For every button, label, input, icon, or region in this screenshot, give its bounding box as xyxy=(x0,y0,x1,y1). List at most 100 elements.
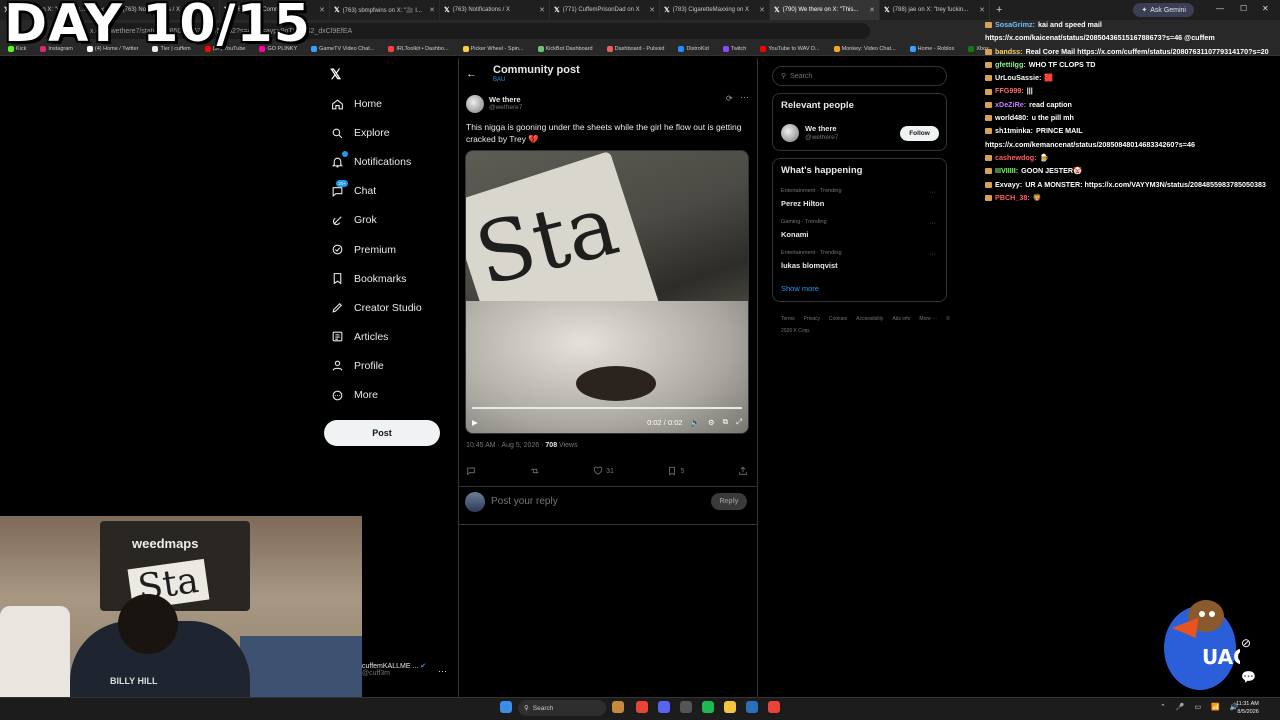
bookmark-item[interactable]: Picker Wheel - Spin... xyxy=(462,45,524,52)
taskbar-search[interactable]: ⚲ Search xyxy=(518,700,606,716)
chat-username[interactable]: Exvayy: xyxy=(995,180,1022,189)
footer-link[interactable]: Privacy xyxy=(804,316,820,322)
chat-username[interactable]: bandss: xyxy=(995,47,1023,56)
chat-username[interactable]: sh1tminka: xyxy=(995,126,1033,135)
browser-tab[interactable]: 𝕏 (783) CigaretteMaxxing on X ✕ xyxy=(660,0,770,20)
chrome-icon[interactable] xyxy=(768,701,780,713)
nav-item-chat[interactable]: 20+ Chat xyxy=(330,180,376,200)
chat-username[interactable]: gfettilgg: xyxy=(995,60,1026,69)
messages-floating-icon[interactable]: 💬 xyxy=(1241,670,1256,684)
trend-name[interactable]: lukas blomqvist xyxy=(781,261,838,270)
chat-username[interactable]: UrLouSassie: xyxy=(995,73,1041,82)
post-button[interactable]: Post xyxy=(324,420,440,446)
app-icon[interactable] xyxy=(680,701,692,713)
nav-item-bookmarks[interactable]: Bookmarks xyxy=(330,270,407,288)
grok-explain-icon[interactable]: ⟳ xyxy=(726,94,733,103)
bookmark-item[interactable]: Twitch xyxy=(722,45,746,52)
footer-link[interactable]: Cookies xyxy=(829,316,847,322)
nav-item-creator-studio[interactable]: Creator Studio xyxy=(330,299,422,317)
post-author-handle[interactable]: @wethere7 xyxy=(489,104,522,111)
share-action[interactable] xyxy=(738,464,748,478)
bookmark-item[interactable]: DistroKid xyxy=(678,45,709,52)
nav-item-explore[interactable]: Explore xyxy=(330,124,390,142)
tab-close-icon[interactable]: ✕ xyxy=(649,6,655,14)
post-video[interactable]: Sta ▶ 0:02 / 0:02 🔈 ⚙ ⧉ ⤢ xyxy=(465,150,749,434)
post-author-name[interactable]: We there xyxy=(489,95,521,104)
trend-name[interactable]: Konami xyxy=(781,230,809,239)
post-more-icon[interactable]: ··· xyxy=(740,92,749,102)
trend-more-icon[interactable]: ··· xyxy=(929,220,936,227)
windows-start-icon[interactable] xyxy=(500,701,512,713)
video-progress-bar[interactable] xyxy=(472,407,742,409)
taskbar-clock[interactable]: 11:31 AM 8/5/2026 xyxy=(1236,700,1259,716)
tab-close-icon[interactable]: ✕ xyxy=(759,6,765,14)
app-icon[interactable] xyxy=(702,701,714,713)
community-name-link[interactable]: BAU xyxy=(493,77,505,83)
chat-username[interactable]: FFG999: xyxy=(995,86,1024,95)
footer-link[interactable]: Accessibility xyxy=(856,316,883,322)
nav-item-profile[interactable]: Profile xyxy=(330,357,384,375)
trend-more-icon[interactable]: ··· xyxy=(929,251,936,258)
close-window-icon[interactable]: ✕ xyxy=(1262,4,1269,13)
picture-in-picture-icon[interactable]: ⧉ xyxy=(723,417,728,427)
steam-icon[interactable] xyxy=(746,701,758,713)
chat-username[interactable]: PBCH_38: xyxy=(995,193,1030,202)
reply-input[interactable]: Post your reply xyxy=(491,496,558,507)
bookmark-item[interactable]: GameTV Video Chat... xyxy=(311,45,374,52)
nav-item-home[interactable]: Home xyxy=(330,95,382,113)
footer-link[interactable]: More ··· xyxy=(919,316,937,322)
show-more-link[interactable]: Show more xyxy=(781,284,819,293)
browser-tab[interactable]: 𝕏 (763) sbmpfwins on X: "🎥 I... ✕ xyxy=(330,0,440,20)
new-tab-icon[interactable]: + xyxy=(990,4,1008,16)
relevant-person-handle[interactable]: @wethere7 xyxy=(805,134,838,141)
nav-item-more[interactable]: More xyxy=(330,386,378,404)
search-input[interactable]: ⚲ Search xyxy=(772,66,947,86)
discord-icon[interactable] xyxy=(658,701,670,713)
footer-link[interactable]: Ads info xyxy=(892,316,910,322)
grok-floating-icon[interactable]: ⊘ xyxy=(1241,636,1251,650)
bookmark-item[interactable]: YouTube to WAV D... xyxy=(760,45,820,52)
post-author-avatar[interactable] xyxy=(466,95,484,113)
relevant-person-name[interactable]: We there xyxy=(805,124,837,133)
back-arrow-icon[interactable]: ← xyxy=(466,68,477,80)
like-action[interactable]: 31 xyxy=(593,464,614,478)
maximize-icon[interactable]: ☐ xyxy=(1240,4,1247,13)
nav-item-premium[interactable]: Premium xyxy=(330,241,396,259)
tab-close-icon[interactable]: ✕ xyxy=(979,6,985,14)
ask-gemini-button[interactable]: ✦ Ask Gemini xyxy=(1133,3,1194,17)
bookmark-item[interactable]: IRLToolkit • Dashbo... xyxy=(388,45,449,52)
volume-icon[interactable]: 🔈 xyxy=(691,418,700,427)
browser-tab[interactable]: 𝕏 (763) Notifications / X ✕ xyxy=(440,0,550,20)
chat-username[interactable]: IIIVIIIII: xyxy=(995,166,1018,175)
browser-tab[interactable]: 𝕏 (788) jae on X: "trey fuckin... ✕ xyxy=(880,0,990,20)
bookmark-action[interactable]: 5 xyxy=(667,464,684,478)
play-icon[interactable]: ▶ xyxy=(472,418,478,427)
chat-username[interactable]: SosaGrimz: xyxy=(995,20,1035,29)
fullscreen-icon[interactable]: ⤢ xyxy=(736,417,742,427)
tab-close-icon[interactable]: ✕ xyxy=(319,6,325,14)
chat-username[interactable]: xDeZiRe: xyxy=(995,100,1026,109)
settings-icon[interactable]: ⚙ xyxy=(708,418,715,427)
app-icon[interactable] xyxy=(612,701,624,713)
nav-item-grok[interactable]: Grok xyxy=(330,211,377,229)
trend-name[interactable]: Perez Hilton xyxy=(781,199,824,208)
reply-action[interactable] xyxy=(466,464,476,478)
system-tray[interactable]: ⌃ 🎤 ▭ 📶 🔊 xyxy=(1160,703,1242,711)
reply-button[interactable]: Reply xyxy=(711,493,747,510)
tab-close-icon[interactable]: ✕ xyxy=(869,6,875,14)
tab-close-icon[interactable]: ✕ xyxy=(539,6,545,14)
minimize-icon[interactable]: — xyxy=(1216,4,1224,13)
chrome-icon[interactable] xyxy=(636,701,648,713)
tab-close-icon[interactable]: ✕ xyxy=(429,6,435,14)
bookmark-item[interactable]: KickBot Dashboard xyxy=(537,45,593,52)
bookmark-item[interactable]: Home - Roblox xyxy=(909,45,954,52)
footer-link[interactable]: Terms xyxy=(781,316,795,322)
follow-button[interactable]: Follow xyxy=(900,126,939,141)
bookmark-item[interactable]: Monkey: Video Chat... xyxy=(833,45,896,52)
browser-tab[interactable]: 𝕏 (790) We there on X: "This... ✕ xyxy=(770,0,880,20)
trend-more-icon[interactable]: ··· xyxy=(929,189,936,196)
nav-item-articles[interactable]: Articles xyxy=(330,328,388,346)
x-logo-icon[interactable]: 𝕏 xyxy=(330,66,341,83)
chat-username[interactable]: world480: xyxy=(995,113,1029,122)
chat-username[interactable]: cashewdog: xyxy=(995,153,1037,162)
